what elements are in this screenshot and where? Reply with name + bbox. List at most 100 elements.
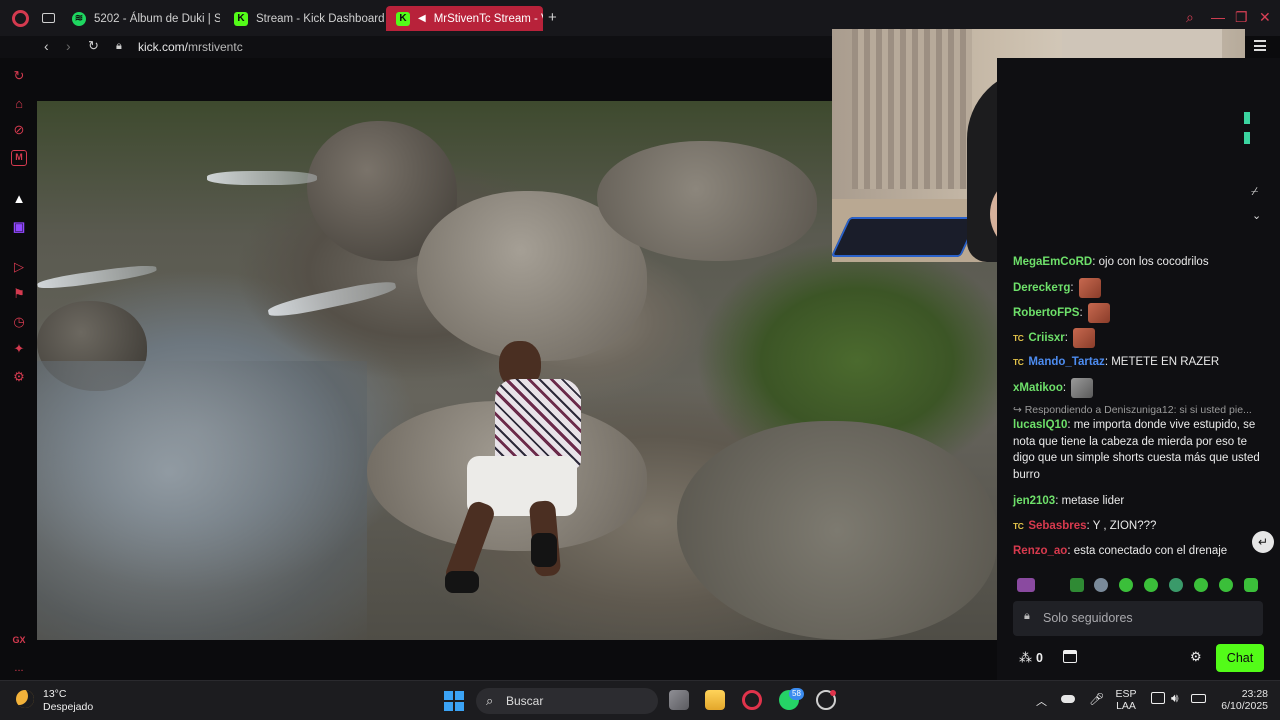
pin-icon[interactable]: ⚑ [11, 286, 27, 302]
m-app-icon[interactable]: M [11, 150, 27, 166]
settings-icon[interactable]: ⚙ [1190, 649, 1202, 665]
minimize-icon[interactable]: — [1211, 9, 1225, 25]
kick-icon: K [396, 11, 410, 26]
language-indicator[interactable]: ESP LAA [1113, 688, 1139, 712]
taskbar-search[interactable]: ⌕ Buscar [476, 688, 658, 714]
history-icon[interactable]: ◷ [11, 314, 27, 330]
kick-icon[interactable]: ▲ [11, 191, 27, 207]
emote-menu-icon[interactable]: ⌿ [1251, 184, 1258, 199]
tab-label: Stream - Kick Dashboard [256, 12, 384, 25]
opera-logo-icon[interactable] [12, 10, 29, 27]
tab-kick-dashboard[interactable]: K Stream - Kick Dashboard [224, 6, 384, 31]
search-tabs-icon[interactable]: ⌕ [1186, 9, 1194, 26]
settings-icon[interactable]: ⚙ [11, 369, 27, 385]
chat-username[interactable]: RobertoFPS [1013, 307, 1079, 319]
emote-bar [1013, 574, 1263, 596]
more-icon[interactable]: ... [11, 660, 27, 676]
emote-icon[interactable] [1119, 578, 1133, 592]
chat-input[interactable]: 🔒︎ Solo seguidores [1013, 601, 1263, 636]
layout-label: LAA [1116, 700, 1136, 712]
restore-icon[interactable]: ❐ [1235, 9, 1248, 26]
url-path: mrstiventc [188, 40, 243, 54]
person-shoe [445, 571, 479, 593]
emote-icon[interactable] [1169, 578, 1183, 592]
weather-icon[interactable] [16, 690, 34, 708]
forward-icon[interactable]: › [66, 38, 71, 54]
close-icon[interactable]: ✕ [1259, 9, 1271, 26]
emote-icon[interactable] [1244, 578, 1258, 592]
emote-icon[interactable] [1070, 578, 1084, 592]
address-bar: ‹ › ↻ 🔒︎ kick.com/mrstiventc [0, 36, 832, 58]
tab-spotify[interactable]: ≋ 5202 - Álbum de Duki | Sp [62, 6, 220, 31]
language-label: ESP [1115, 688, 1137, 700]
onedrive-icon[interactable] [1061, 695, 1075, 703]
clock-date: 6/10/2025 [1221, 700, 1268, 712]
tab-overview-icon[interactable] [42, 13, 55, 23]
emote-icon [1071, 378, 1094, 398]
curtain [852, 29, 972, 189]
emote-icon[interactable] [1144, 578, 1158, 592]
keyboard [832, 217, 980, 257]
task-view-icon[interactable] [669, 690, 689, 710]
chat-message: TC Sebasbres: Y , ZION??? [1013, 518, 1263, 535]
reply-text: Respondiendo a Deniszuniga12: si si uste… [1024, 404, 1252, 416]
chat-text: ojo con los cocodrilos [1098, 256, 1209, 268]
speaker-icon[interactable]: ◀ [418, 13, 426, 24]
chevron-up-icon[interactable]: ︿ [1036, 693, 1047, 709]
chat-text: Y , ZION??? [1092, 520, 1157, 532]
waterfall [37, 262, 158, 292]
chat-text: metase lider [1061, 495, 1125, 507]
chat-text: METETE EN RAZER [1111, 356, 1220, 368]
chevron-down-icon[interactable]: ⌄ [1252, 209, 1261, 222]
back-icon[interactable]: ‹ [44, 38, 49, 54]
chat-username[interactable]: Mando_Tartaz [1028, 356, 1104, 368]
network-icon[interactable] [1151, 692, 1165, 704]
emote-icon[interactable] [1194, 578, 1208, 592]
ban-icon[interactable]: ⊘ [11, 122, 27, 138]
chat-username[interactable]: Sebasbres [1028, 520, 1086, 532]
scroll-to-bottom-icon[interactable]: ↵ [1252, 531, 1274, 553]
person-shoe [531, 533, 557, 567]
url-host: kick.com/ [138, 40, 189, 54]
extensions-icon[interactable]: ✦ [11, 341, 27, 357]
microphone-icon[interactable]: 🎤︎ [1089, 692, 1104, 706]
bag-icon[interactable]: ⌂ [11, 96, 27, 112]
send-chat-button[interactable]: Chat [1216, 644, 1264, 672]
chat-message: lucaslQ10: me importa donde vive estupid… [1013, 419, 1260, 481]
browser-sidebar: ↻ ⌂ ⊘ M ▲ ▣ ▷ ⚑ ◷ ✦ ⚙ GX ... [0, 58, 38, 680]
river [37, 361, 367, 640]
volume-icon[interactable]: 🔊︎ [1171, 691, 1179, 706]
chat-message: TC Mando_Tartaz: METETE EN RAZER [1013, 354, 1263, 371]
play-icon[interactable]: ▷ [11, 259, 27, 275]
clock-time: 23:28 [1241, 688, 1268, 700]
gx-icon[interactable]: GX [11, 632, 27, 648]
chat-username[interactable]: MegaEmCoRD [1013, 256, 1092, 268]
reload-icon[interactable]: ↻ [88, 38, 99, 54]
twitch-icon[interactable]: ▣ [11, 219, 27, 235]
refresh-icon[interactable]: ↻ [11, 68, 27, 84]
battery-icon[interactable] [1191, 694, 1206, 703]
opera-gx-icon[interactable] [742, 690, 762, 710]
emote-icon[interactable] [1219, 578, 1233, 592]
emote-icon[interactable] [1017, 578, 1035, 592]
chat-username[interactable]: Renzo_ao [1013, 545, 1067, 557]
chat-username[interactable]: jen2103 [1013, 495, 1055, 507]
tc-badge: TC [1013, 333, 1024, 344]
store-icon[interactable] [1063, 650, 1077, 663]
points-icon[interactable]: ⁂ [1019, 650, 1032, 666]
tab-mrstiventc-stream[interactable]: K ◀ MrStivenTc Stream - V [386, 6, 543, 31]
chat-username[interactable]: Criisxr [1028, 332, 1064, 344]
clock[interactable]: 23:28 6/10/2025 [1212, 688, 1268, 712]
chat-username[interactable]: xMatikoo [1013, 382, 1063, 394]
rock [677, 421, 997, 640]
notification-dot [830, 690, 836, 696]
chat-username[interactable]: lucaslQ10 [1013, 419, 1067, 431]
emote-icon[interactable] [1094, 578, 1108, 592]
file-explorer-icon[interactable] [705, 690, 725, 710]
menu-icon[interactable] [1254, 40, 1266, 51]
lock-icon: 🔒︎ [116, 40, 122, 52]
start-icon[interactable] [444, 691, 464, 711]
new-tab-button[interactable]: + [548, 9, 557, 26]
chat-username[interactable]: Dereckeтg [1013, 282, 1070, 294]
url-field[interactable]: kick.com/mrstiventc [138, 40, 243, 54]
